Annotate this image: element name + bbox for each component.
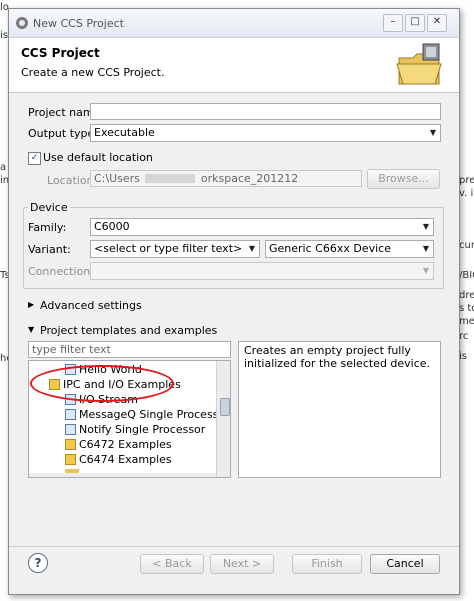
template-filter-input[interactable]: type filter text <box>28 341 231 358</box>
tree-horizontal-scrollbar[interactable] <box>29 473 216 477</box>
output-type-label: Output type: <box>28 127 98 140</box>
family-combo[interactable]: C6000 ▼ <box>90 218 434 236</box>
next-button[interactable]: Next > <box>210 554 274 574</box>
help-icon[interactable]: ? <box>28 553 48 573</box>
back-button[interactable]: < Back <box>140 554 204 574</box>
background-text: /BIC <box>459 270 474 281</box>
tree-vertical-scrollbar[interactable] <box>216 361 230 477</box>
redacted-username <box>145 174 196 183</box>
output-type-value: Executable <box>94 126 155 139</box>
window-title: New CCS Project <box>33 17 124 30</box>
templates-section-toggle[interactable]: Project templates and examples <box>40 324 217 337</box>
background-text: is <box>459 351 467 362</box>
highlight-annotation <box>30 365 174 402</box>
variant-filter-combo[interactable]: <select or type filter text> ▼ <box>90 240 260 258</box>
maximize-button[interactable]: □ <box>405 14 425 32</box>
page-subtitle: Create a new CCS Project. <box>21 66 165 79</box>
family-value: C6000 <box>94 220 130 233</box>
advanced-settings-toggle[interactable]: Advanced settings <box>40 299 142 312</box>
background-text: cum <box>459 240 474 251</box>
project-icon <box>65 424 76 435</box>
location-value-prefix: C:\Users <box>94 172 140 185</box>
chevron-down-icon: ▼ <box>422 222 430 231</box>
tree-item[interactable]: C6472 Examples <box>65 438 172 451</box>
background-text: is <box>0 30 8 41</box>
connection-label: Connection: <box>28 265 94 278</box>
chevron-down-icon: ▼ <box>422 266 430 275</box>
background-text: met <box>459 316 474 327</box>
page-title: CCS Project <box>21 46 100 60</box>
wizard-header: CCS Project Create a new CCS Project. <box>9 38 459 93</box>
minimize-button[interactable]: – <box>383 14 403 32</box>
background-text: dre <box>459 290 474 301</box>
tree-item[interactable]: Notify Single Processor <box>65 423 205 436</box>
title-bar[interactable]: New CCS Project – □ ✕ <box>9 9 459 38</box>
variant-filter-value: <select or type filter text> <box>94 242 243 255</box>
chevron-right-icon[interactable]: ▶ <box>28 300 34 309</box>
variant-combo[interactable]: Generic C66xx Device ▼ <box>265 240 434 258</box>
close-button[interactable]: ✕ <box>427 14 447 32</box>
folder-icon <box>65 454 76 465</box>
location-input[interactable]: C:\Users orkspace_201212 <box>90 170 362 187</box>
project-folder-icon <box>396 43 442 85</box>
background-text: s to <box>459 303 474 314</box>
location-value-suffix: orkspace_201212 <box>200 172 299 185</box>
browse-button[interactable]: Browse... <box>367 169 440 189</box>
cancel-button[interactable]: Cancel <box>370 554 440 574</box>
variant-value: Generic C66xx Device <box>269 242 391 255</box>
background-text: prev <box>459 175 474 186</box>
folder-icon <box>65 439 76 450</box>
chevron-down-icon: ▼ <box>422 244 430 253</box>
background-text: v. i <box>459 188 474 199</box>
connection-combo[interactable]: ▼ <box>90 262 434 280</box>
use-default-location-label: Use default location <box>43 151 153 164</box>
tree-item[interactable]: C6474 Examples <box>65 453 172 466</box>
device-group-label: Device <box>28 201 70 214</box>
scrollbar-thumb[interactable] <box>220 398 230 416</box>
ccs-app-icon <box>16 17 28 29</box>
template-description: Creates an empty project fully initializ… <box>238 341 441 478</box>
background-text: rc <box>459 331 469 342</box>
output-type-combo[interactable]: Executable ▼ <box>90 124 441 142</box>
finish-button[interactable]: Finish <box>292 554 362 574</box>
variant-label: Variant: <box>28 243 71 256</box>
new-ccs-project-dialog: New CCS Project – □ ✕ CCS Project Create… <box>8 8 460 595</box>
family-label: Family: <box>28 221 67 234</box>
use-default-location-checkbox[interactable]: ✓ <box>28 152 41 165</box>
footer-separator <box>9 546 459 547</box>
chevron-down-icon[interactable]: ▼ <box>28 325 34 334</box>
tree-item[interactable]: MessageQ Single Processor <box>65 408 230 421</box>
project-name-input[interactable] <box>90 103 441 120</box>
chevron-down-icon: ▼ <box>248 244 256 253</box>
chevron-down-icon: ▼ <box>429 128 437 137</box>
project-icon <box>65 409 76 420</box>
